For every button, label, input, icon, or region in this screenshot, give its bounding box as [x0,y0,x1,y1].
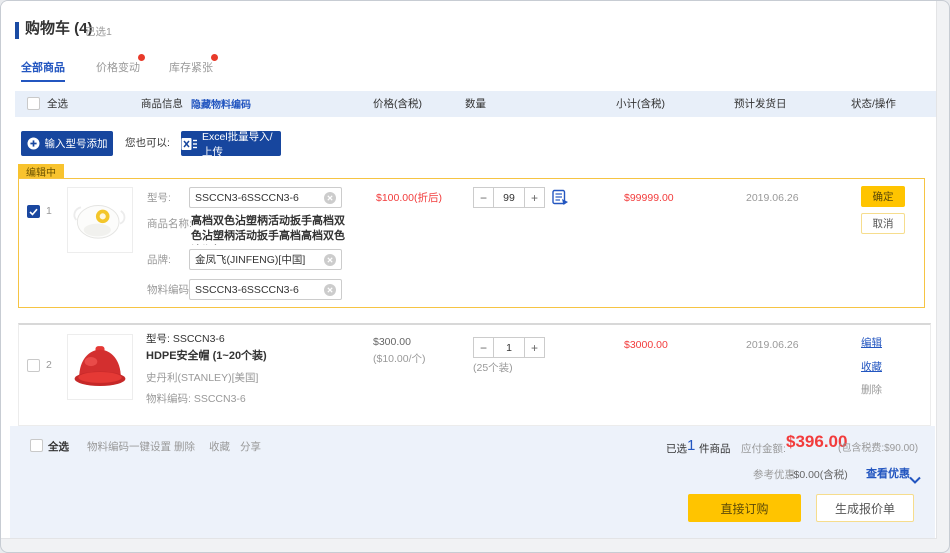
hide-material-code-link[interactable]: 隐藏物料编码 [191,99,251,112]
price-change-notification-dot [138,54,145,61]
selected-note: 已选1 [85,26,112,39]
col-price: 价格(含税) [373,98,422,111]
item2-code-line: 物料编码: SSCCN3-6 [146,393,246,406]
item1-code-input[interactable]: SSCCN3-6SSCCN3-6 [189,279,342,300]
editing-tag: 编辑中 [18,164,64,178]
chevron-down-icon[interactable] [909,471,921,489]
item2-delete-link[interactable]: 删除 [861,384,882,397]
excel-import-label: Excel批量导入/上传 [202,129,281,159]
item1-model-label: 型号: [147,192,171,205]
item2-brand: 史丹利(STANLEY)[美国] [146,372,258,385]
item1-qty-minus-button[interactable]: − [473,187,494,208]
item2-model-line: 型号: SSCCN3-6 [146,333,225,346]
tax-note: (包含税费:$90.00) [838,442,918,455]
item1-model-value: SSCCN3-6SSCCN3-6 [195,192,299,204]
item1-checkbox[interactable] [27,205,40,218]
respirator-mask-image [71,191,129,249]
order-now-button[interactable]: 直接订购 [688,494,801,522]
item1-index: 1 [46,205,52,218]
footer-delete-link[interactable]: 删除 [174,441,195,454]
item2-pack-note: (25个装) [473,362,513,375]
item1-ship-date: 2019.06.26 [746,192,799,205]
payable-label: 应付金额: [741,443,786,456]
item1-subtotal: $99999.00 [624,192,674,205]
footer-favorite-link[interactable]: 收藏 [209,441,230,454]
item2-checkbox[interactable] [27,359,40,372]
item1-code-label: 物料编码: [147,284,192,297]
ref-discount-value: -$0.00(含税) [790,469,848,482]
item1-model-input[interactable]: SSCCN3-6SSCCN3-6 [189,187,342,208]
item2-qty-stepper: − 1 + [473,337,545,358]
tab-price-change[interactable]: 价格变动 [96,59,140,75]
item1-product-name: 高档双色沾塑柄活动扳手高档双色沾塑柄活动扳手高档高档双色沾塑柄... [191,214,351,245]
item2-index: 2 [46,359,52,372]
item2-subtotal: $3000.00 [624,339,668,352]
item2-unit-price: ($10.00/个) [373,353,426,366]
item1-product-image[interactable] [67,187,133,253]
item1-qty-stepper: − 99 + [473,187,545,208]
item1-code-value: SSCCN3-6SSCCN3-6 [195,284,299,296]
excel-import-button[interactable]: Excel批量导入/上传 [181,131,281,156]
title-accent-bar [15,22,19,39]
bulk-code-setting-link[interactable]: 物料编码一键设置 [87,441,171,454]
header-select-all-checkbox[interactable] [27,97,40,110]
also-can-text: 您也可以: [125,137,170,150]
low-stock-notification-dot [211,54,218,61]
cart-page: 购物车 (4) 已选1 全部商品 价格变动 库存紧张 全选 商品信息 隐藏物料编… [0,0,950,553]
item1-brand-label: 品牌: [147,254,171,267]
confirm-button[interactable]: 确定 [861,186,905,207]
red-helmet-image [71,338,129,396]
item2-favorite-link[interactable]: 收藏 [861,361,882,374]
footer-share-link[interactable]: 分享 [240,441,261,454]
col-subtotal: 小计(含税) [616,98,665,111]
col-qty: 数量 [465,98,486,111]
item2-qty-minus-button[interactable]: − [473,337,494,358]
clear-code-icon[interactable] [324,284,336,296]
item1-brand-input[interactable]: 金凤飞(JINFENG)[中国] [189,249,342,270]
tab-all-products[interactable]: 全部商品 [21,59,65,82]
item1-brand-value: 金凤飞(JINFENG)[中国] [195,252,305,267]
selected-prefix: 已选 [666,443,687,456]
selected-suffix: 件商品 [699,443,731,456]
selected-count: 1 [687,439,695,452]
item1-qty-value[interactable]: 99 [494,187,524,208]
add-by-model-button[interactable]: 输入型号添加 [21,131,113,156]
item2-qty-value[interactable]: 1 [494,337,524,358]
tab-low-stock[interactable]: 库存紧张 [169,59,213,75]
header-select-all-label: 全选 [47,98,68,111]
footer-select-all-checkbox[interactable] [30,439,43,452]
item2-edit-link[interactable]: 编辑 [861,337,882,350]
check-icon [29,208,38,216]
excel-icon [181,137,197,151]
item2-qty-plus-button[interactable]: + [524,337,545,358]
col-ship-date: 预计发货日 [734,98,787,111]
footer-select-all-label: 全选 [48,441,69,454]
view-discount-link[interactable]: 查看优惠 [866,468,910,481]
add-by-model-label: 输入型号添加 [45,136,108,151]
clear-model-icon[interactable] [324,192,336,204]
item1-price: $100.00(折后) [376,192,442,205]
page-title: 购物车 (4) [25,22,93,35]
plus-circle-icon [27,137,40,150]
cancel-button[interactable]: 取消 [861,213,905,234]
item1-qty-plus-button[interactable]: + [524,187,545,208]
item2-product-name: HDPE安全帽 (1~20个装) [146,350,267,363]
item2-price: $300.00 [373,336,411,349]
item2-product-image[interactable] [67,334,133,400]
col-status: 状态/操作 [851,98,896,111]
batch-qty-list-icon[interactable] [552,189,569,211]
generate-quote-button[interactable]: 生成报价单 [816,494,914,522]
item1-name-label: 商品名称: [147,218,192,231]
clear-brand-icon[interactable] [324,254,336,266]
col-product-info: 商品信息 [141,98,183,111]
item2-ship-date: 2019.06.26 [746,339,799,352]
